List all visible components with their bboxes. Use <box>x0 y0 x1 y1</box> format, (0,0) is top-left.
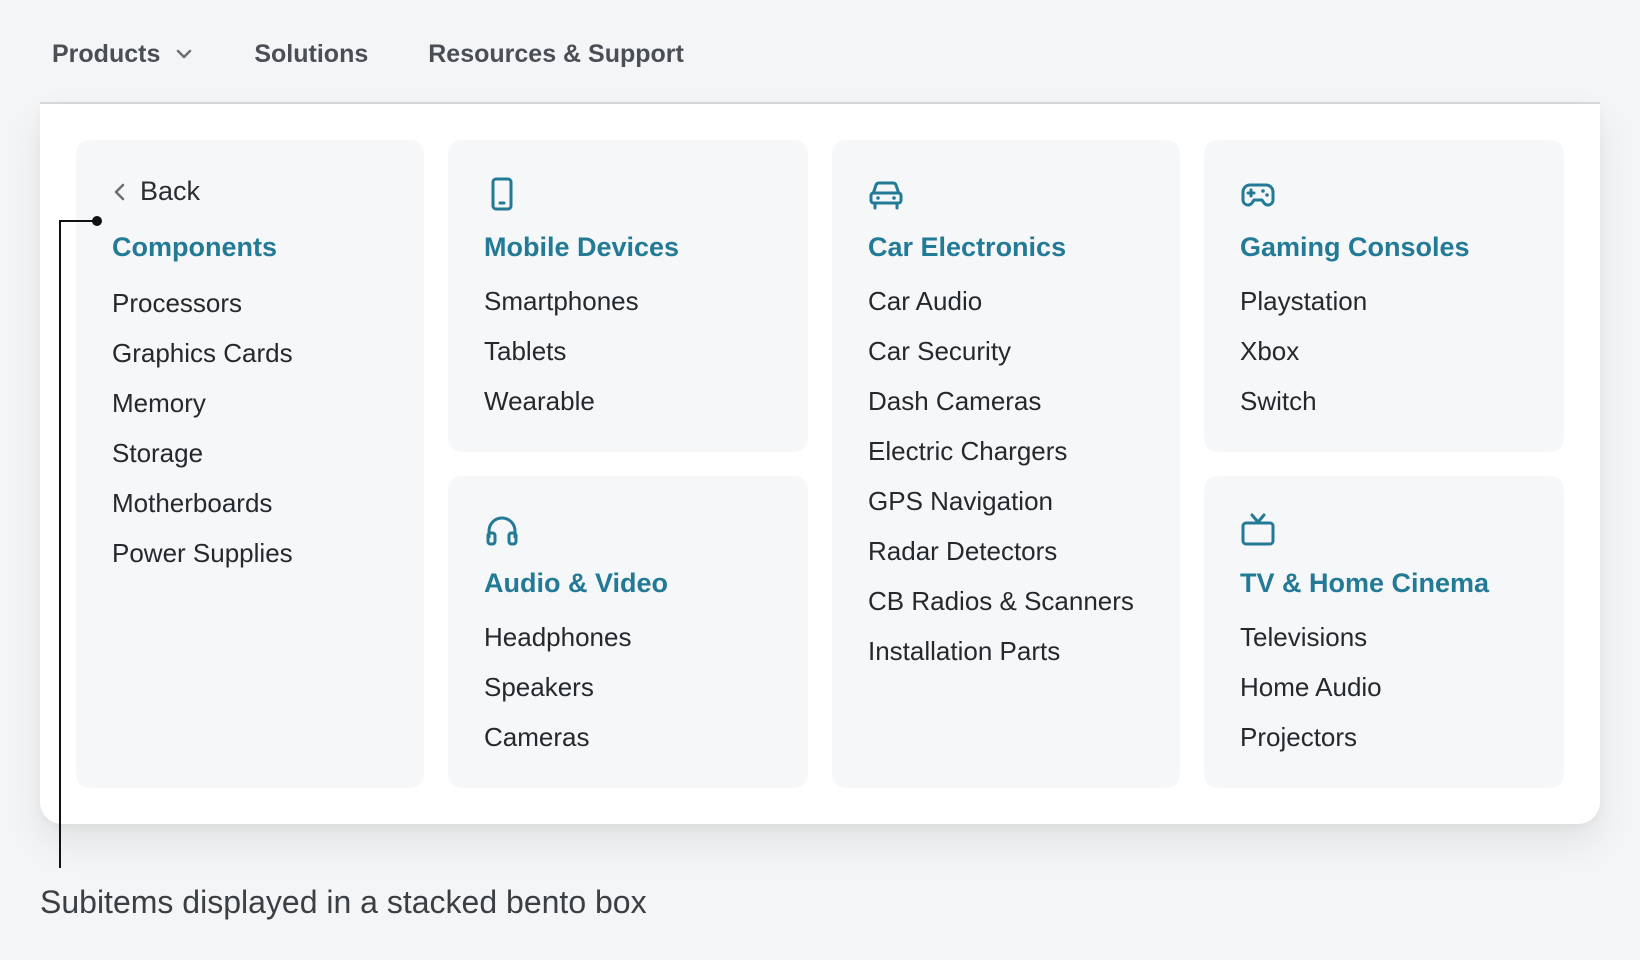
car-electronics-card: Car Electronics Car Audio Car Security D… <box>832 140 1180 788</box>
audio-video-card: Audio & Video Headphones Speakers Camera… <box>448 476 808 788</box>
gaming-consoles-card: Gaming Consoles Playstation Xbox Switch <box>1204 140 1564 452</box>
car-electronics-item[interactable]: Radar Detectors <box>868 526 1134 576</box>
gaming-consoles-item[interactable]: Xbox <box>1240 326 1367 376</box>
components-item[interactable]: Storage <box>112 428 293 478</box>
annotation-caption: Subitems displayed in a stacked bento bo… <box>40 884 647 920</box>
nav-resources-label: Resources & Support <box>428 39 684 68</box>
car-electronics-item[interactable]: CB Radios & Scanners <box>868 576 1134 626</box>
chevron-down-icon <box>174 44 194 64</box>
mobile-devices-list: Smartphones Tablets Wearable <box>484 276 639 426</box>
car-electronics-item[interactable]: GPS Navigation <box>868 476 1134 526</box>
audio-video-item[interactable]: Cameras <box>484 712 631 762</box>
nav-resources-support[interactable]: Resources & Support <box>428 40 684 69</box>
components-item[interactable]: Memory <box>112 378 293 428</box>
callout-dot <box>92 216 102 226</box>
car-icon <box>868 176 904 212</box>
audio-video-title[interactable]: Audio & Video <box>484 568 668 599</box>
car-electronics-item[interactable]: Car Audio <box>868 276 1134 326</box>
tv-icon <box>1240 512 1276 548</box>
audio-video-list: Headphones Speakers Cameras <box>484 612 631 762</box>
tv-home-cinema-item[interactable]: Home Audio <box>1240 662 1382 712</box>
car-electronics-list: Car Audio Car Security Dash Cameras Elec… <box>868 276 1134 676</box>
tv-home-cinema-list: Televisions Home Audio Projectors <box>1240 612 1382 762</box>
gaming-consoles-item[interactable]: Playstation <box>1240 276 1367 326</box>
mobile-devices-card: Mobile Devices Smartphones Tablets Weara… <box>448 140 808 452</box>
car-electronics-item[interactable]: Electric Chargers <box>868 426 1134 476</box>
components-item[interactable]: Power Supplies <box>112 528 293 578</box>
mobile-devices-item[interactable]: Wearable <box>484 376 639 426</box>
audio-video-item[interactable]: Headphones <box>484 612 631 662</box>
gaming-consoles-title[interactable]: Gaming Consoles <box>1240 232 1470 263</box>
back-button[interactable]: Back <box>112 176 200 207</box>
audio-video-item[interactable]: Speakers <box>484 662 631 712</box>
top-nav: Products Solutions Resources & Support <box>52 36 744 72</box>
car-electronics-item[interactable]: Car Security <box>868 326 1134 376</box>
headphones-icon <box>484 512 520 548</box>
tv-home-cinema-item[interactable]: Projectors <box>1240 712 1382 762</box>
gaming-consoles-item[interactable]: Switch <box>1240 376 1367 426</box>
components-list: Processors Graphics Cards Memory Storage… <box>112 278 293 578</box>
tv-home-cinema-title[interactable]: TV & Home Cinema <box>1240 568 1489 599</box>
car-electronics-item[interactable]: Installation Parts <box>868 626 1134 676</box>
back-label: Back <box>140 176 201 206</box>
tv-home-cinema-item[interactable]: Televisions <box>1240 612 1382 662</box>
nav-products-label: Products <box>52 39 161 68</box>
gaming-consoles-list: Playstation Xbox Switch <box>1240 276 1367 426</box>
gamepad-icon <box>1240 176 1276 212</box>
nav-solutions[interactable]: Solutions <box>254 40 368 69</box>
mobile-devices-title[interactable]: Mobile Devices <box>484 232 679 263</box>
callout-line-vertical <box>59 220 61 868</box>
components-item[interactable]: Motherboards <box>112 478 293 528</box>
tv-home-cinema-card: TV & Home Cinema Televisions Home Audio … <box>1204 476 1564 788</box>
mega-menu-panel: Back Components Processors Graphics Card… <box>40 104 1600 824</box>
car-electronics-title[interactable]: Car Electronics <box>868 232 1066 263</box>
nav-solutions-label: Solutions <box>254 39 369 68</box>
components-item[interactable]: Graphics Cards <box>112 328 293 378</box>
nav-products[interactable]: Products <box>52 40 194 69</box>
components-card: Back Components Processors Graphics Card… <box>76 140 424 788</box>
components-item[interactable]: Processors <box>112 278 293 328</box>
chevron-left-icon <box>112 181 128 203</box>
car-electronics-item[interactable]: Dash Cameras <box>868 376 1134 426</box>
mobile-devices-item[interactable]: Smartphones <box>484 276 639 326</box>
tablet-icon <box>484 176 520 212</box>
components-title[interactable]: Components <box>112 232 277 263</box>
mobile-devices-item[interactable]: Tablets <box>484 326 639 376</box>
